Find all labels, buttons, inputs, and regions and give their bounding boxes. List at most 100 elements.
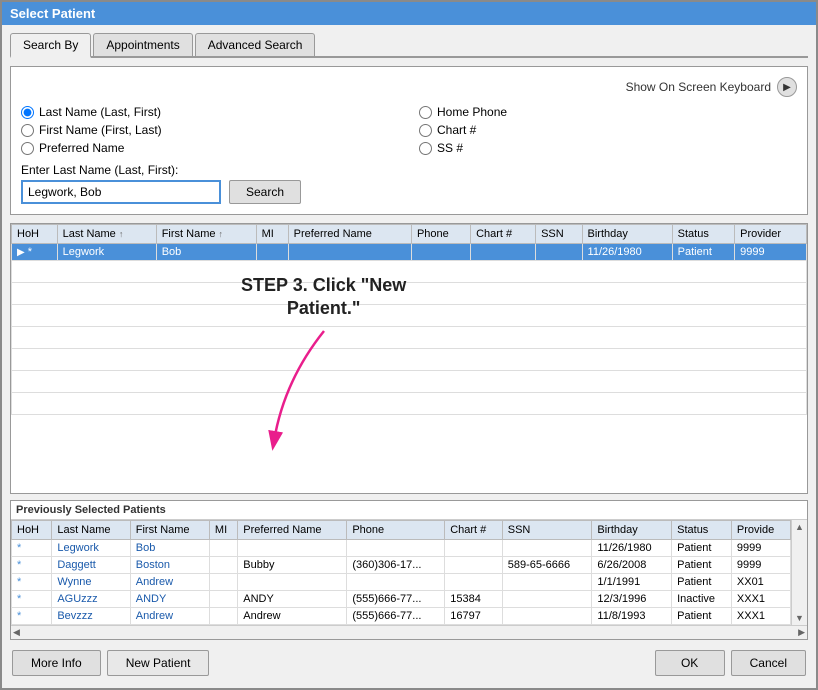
col-hoh: HoH xyxy=(12,225,58,244)
cell-last-name: Legwork xyxy=(52,540,130,557)
prev-header-row: HoH Last Name First Name MI Preferred Na… xyxy=(12,521,791,540)
col-birthday: Birthday xyxy=(582,225,672,244)
prev-col-mi: MI xyxy=(209,521,237,540)
bottom-left-buttons: More Info New Patient xyxy=(12,650,209,676)
radio-ssn[interactable]: SS # xyxy=(419,141,797,155)
prev-table: HoH Last Name First Name MI Preferred Na… xyxy=(11,520,791,625)
radio-last-name[interactable]: Last Name (Last, First) xyxy=(21,105,399,119)
prev-col-status: Status xyxy=(672,521,732,540)
radio-chart-input[interactable] xyxy=(419,124,432,137)
cell-last-name: Legwork xyxy=(57,244,156,261)
radio-ssn-input[interactable] xyxy=(419,142,432,155)
cell-mi xyxy=(209,574,237,591)
search-button[interactable]: Search xyxy=(229,180,301,204)
results-tbody: ▶ * Legwork Bob 11/26/1980 Patient 9999 xyxy=(12,244,807,415)
cell-phone: (555)666-77... xyxy=(347,608,445,625)
cell-provider: 9999 xyxy=(735,244,807,261)
cell-mi xyxy=(209,540,237,557)
tab-search-by[interactable]: Search By xyxy=(10,33,91,58)
cell-birthday: 11/26/1980 xyxy=(582,244,672,261)
cell-hoh: * xyxy=(12,608,52,625)
ok-button[interactable]: OK xyxy=(655,650,725,676)
table-row[interactable]: * AGUzzz ANDY ANDY (555)666-77... 15384 … xyxy=(12,591,791,608)
cell-hoh: * xyxy=(12,574,52,591)
cell-chart: 15384 xyxy=(445,591,503,608)
radio-first-name[interactable]: First Name (First, Last) xyxy=(21,123,399,137)
cell-status: Patient xyxy=(672,557,732,574)
prev-col-provider: Provide xyxy=(731,521,790,540)
cell-first-name: Boston xyxy=(130,557,209,574)
prev-col-hoh: HoH xyxy=(12,521,52,540)
prev-col-chart: Chart # xyxy=(445,521,503,540)
col-first-name: First Name ↑ xyxy=(156,225,256,244)
cell-mi xyxy=(209,608,237,625)
radio-preferred-name-input[interactable] xyxy=(21,142,34,155)
radio-home-phone-input[interactable] xyxy=(419,106,432,119)
cell-status: Patient xyxy=(672,244,734,261)
cell-status: Inactive xyxy=(672,591,732,608)
col-phone: Phone xyxy=(411,225,470,244)
cancel-button[interactable]: Cancel xyxy=(731,650,806,676)
cell-ssn: 589-65-6666 xyxy=(502,557,592,574)
cell-phone xyxy=(411,244,470,261)
prev-scrollbar[interactable]: ▲ ▼ xyxy=(791,520,807,625)
radio-first-name-input[interactable] xyxy=(21,124,34,137)
keyboard-row: Show On Screen Keyboard ▶ xyxy=(21,77,797,97)
tab-bar: Search By Appointments Advanced Search xyxy=(10,33,808,58)
table-row xyxy=(12,261,807,283)
cell-preferred xyxy=(288,244,411,261)
sort-arrow-last: ↑ xyxy=(119,229,124,239)
radio-home-phone[interactable]: Home Phone xyxy=(419,105,797,119)
more-info-button[interactable]: More Info xyxy=(12,650,101,676)
col-chart: Chart # xyxy=(471,225,536,244)
cell-ssn xyxy=(536,244,582,261)
cell-birthday: 11/8/1993 xyxy=(592,608,672,625)
radio-chart[interactable]: Chart # xyxy=(419,123,797,137)
radio-ssn-label: SS # xyxy=(437,141,463,155)
cell-last-name: Wynne xyxy=(52,574,130,591)
table-row xyxy=(12,305,807,327)
tab-advanced-search[interactable]: Advanced Search xyxy=(195,33,316,56)
search-input[interactable] xyxy=(21,180,221,204)
results-header-row: HoH Last Name ↑ First Name ↑ MI Preferre… xyxy=(12,225,807,244)
radio-first-name-label: First Name (First, Last) xyxy=(39,123,162,137)
cell-phone: (555)666-77... xyxy=(347,591,445,608)
new-patient-button[interactable]: New Patient xyxy=(107,650,210,676)
cell-chart xyxy=(445,557,503,574)
cell-preferred: ANDY xyxy=(238,591,347,608)
prev-hscrollbar[interactable]: ◀ ▶ xyxy=(11,625,807,639)
keyboard-play-button[interactable]: ▶ xyxy=(777,77,797,97)
prev-table-scroll[interactable]: HoH Last Name First Name MI Preferred Na… xyxy=(11,520,807,625)
tab-appointments[interactable]: Appointments xyxy=(93,33,192,56)
results-table-scroll[interactable]: HoH Last Name ↑ First Name ↑ MI Preferre… xyxy=(11,224,807,493)
results-table-section: HoH Last Name ↑ First Name ↑ MI Preferre… xyxy=(10,223,808,494)
table-row[interactable]: * Wynne Andrew 1/1/1991 Patient XX01 xyxy=(12,574,791,591)
radio-home-phone-label: Home Phone xyxy=(437,105,507,119)
radio-options-grid: Last Name (Last, First) Home Phone First… xyxy=(21,105,797,155)
radio-last-name-input[interactable] xyxy=(21,106,34,119)
cell-status: Patient xyxy=(672,608,732,625)
cell-status: Patient xyxy=(672,574,732,591)
results-table: HoH Last Name ↑ First Name ↑ MI Preferre… xyxy=(11,224,807,415)
table-row[interactable]: * Daggett Boston Bubby (360)306-17... 58… xyxy=(12,557,791,574)
table-row[interactable]: ▶ * Legwork Bob 11/26/1980 Patient 9999 xyxy=(12,244,807,261)
cell-first-name: Andrew xyxy=(130,608,209,625)
cell-chart: 16797 xyxy=(445,608,503,625)
cell-last-name: AGUzzz xyxy=(52,591,130,608)
col-last-name: Last Name ↑ xyxy=(57,225,156,244)
cell-ssn xyxy=(502,540,592,557)
cell-birthday: 1/1/1991 xyxy=(592,574,672,591)
table-row xyxy=(12,393,807,415)
cell-birthday: 11/26/1980 xyxy=(592,540,672,557)
bottom-bar: More Info New Patient OK Cancel xyxy=(10,646,808,680)
cell-mi xyxy=(209,591,237,608)
table-row[interactable]: * Bevzzz Andrew Andrew (555)666-77... 16… xyxy=(12,608,791,625)
cell-preferred: Bubby xyxy=(238,557,347,574)
table-row[interactable]: * Legwork Bob 11/26/1980 Patient 9999 xyxy=(12,540,791,557)
cell-chart xyxy=(445,540,503,557)
cell-provider: XXX1 xyxy=(731,608,790,625)
cell-preferred xyxy=(238,540,347,557)
cell-hoh: * xyxy=(12,557,52,574)
cell-preferred xyxy=(238,574,347,591)
radio-preferred-name[interactable]: Preferred Name xyxy=(21,141,399,155)
